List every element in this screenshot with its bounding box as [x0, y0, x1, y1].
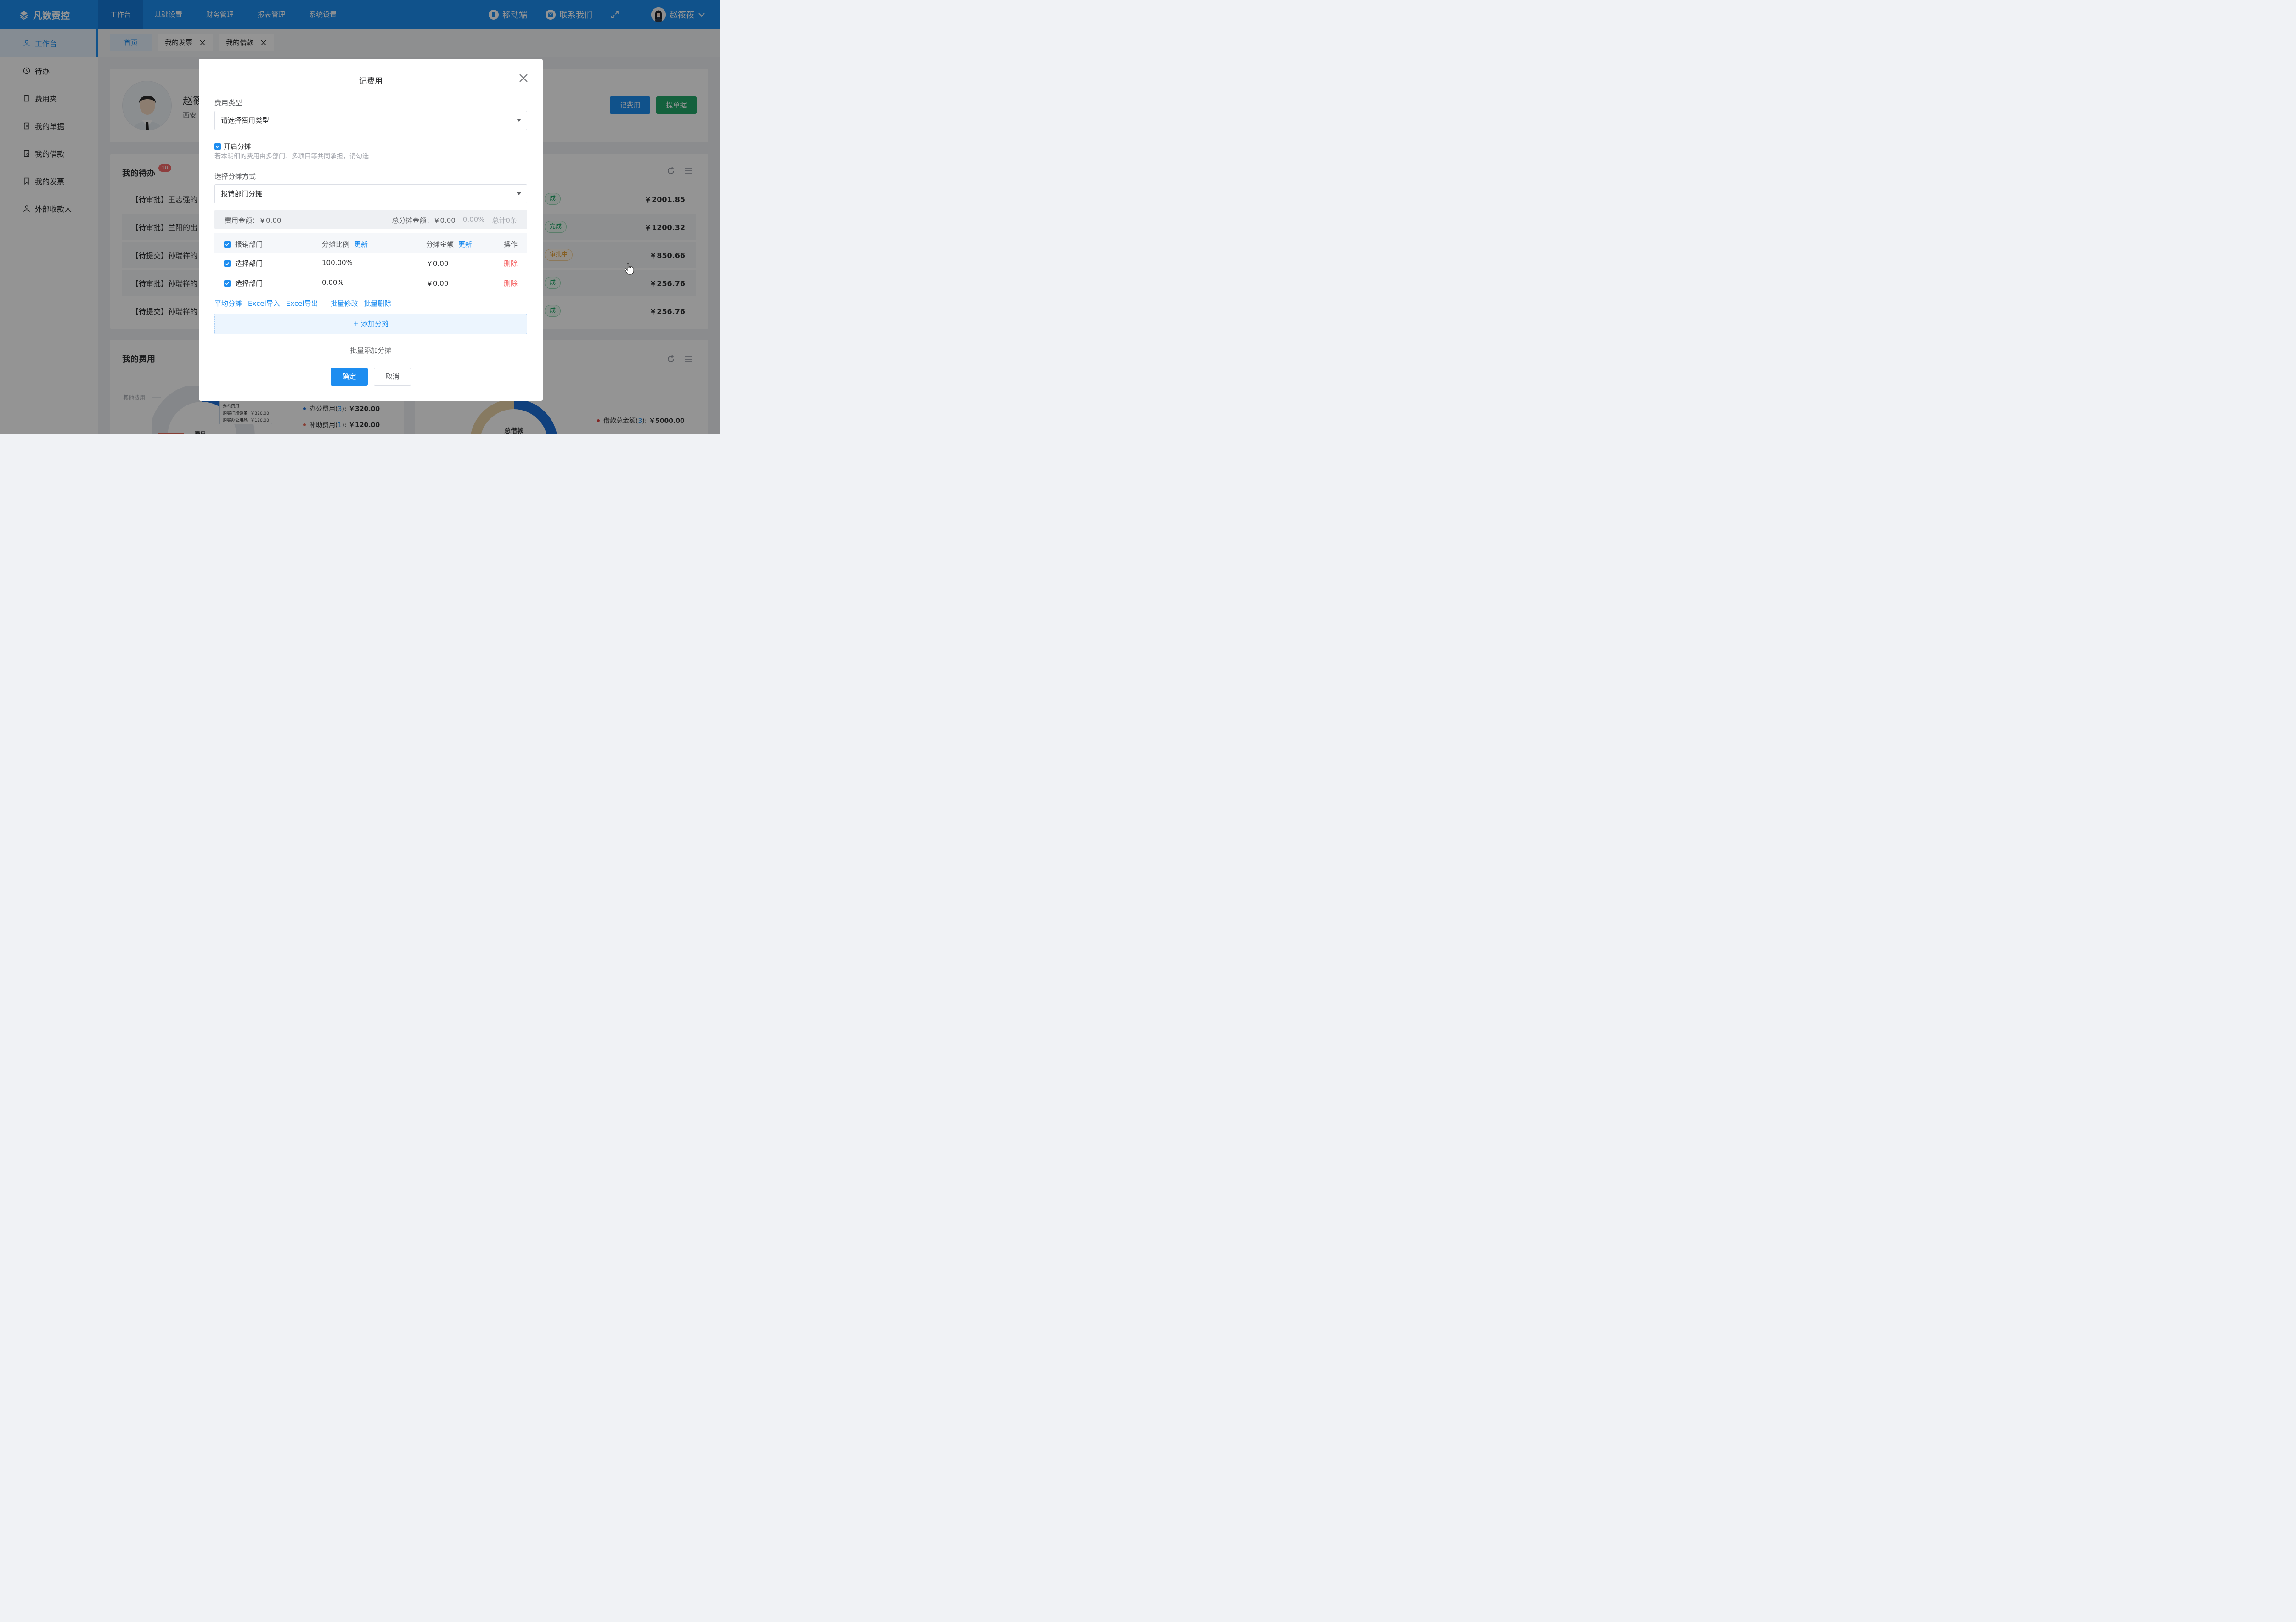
average-split-link[interactable]: 平均分摊	[214, 298, 242, 308]
caret-down-icon	[517, 192, 521, 195]
select-value: 报销部门分摊	[221, 190, 263, 198]
checkbox-checked-icon[interactable]	[224, 241, 231, 248]
row-ratio[interactable]: 0.00%	[322, 278, 344, 287]
summary-percent: 0.00%	[462, 215, 485, 224]
expense-type-select[interactable]: 请选择费用类型	[214, 111, 527, 130]
row-dept[interactable]: 选择部门	[224, 278, 263, 288]
ratio-update-link[interactable]: 更新	[354, 239, 368, 249]
summary-amount: 费用金额：￥0.00	[225, 216, 281, 225]
excel-import-link[interactable]: Excel导入	[248, 298, 280, 308]
expense-type-label: 费用类型	[214, 99, 242, 107]
split-method-select[interactable]: 报销部门分摊	[214, 184, 527, 203]
row-amount[interactable]: ￥0.00	[426, 278, 448, 288]
checkbox-checked-icon[interactable]	[214, 143, 221, 150]
header-dept: 报销部门	[224, 239, 263, 249]
split-summary: 费用金额：￥0.00 总分摊金额：￥0.00 0.00% 总计0条	[214, 210, 527, 229]
select-placeholder: 请选择费用类型	[221, 116, 270, 124]
split-toolbar: 平均分摊 Excel导入 Excel导出 批量修改 批量删除	[214, 298, 392, 308]
summary-count: 总计0条	[492, 216, 517, 225]
excel-export-link[interactable]: Excel导出	[286, 298, 318, 308]
delete-link[interactable]: 删除	[504, 259, 518, 268]
close-icon[interactable]	[519, 73, 528, 83]
split-method-label: 选择分摊方式	[214, 172, 256, 180]
header-amount: 分摊金额 更新	[426, 239, 473, 249]
hand-cursor-icon	[625, 263, 634, 275]
batch-edit-link[interactable]: 批量修改	[330, 298, 358, 308]
cancel-button[interactable]: 取消	[374, 368, 411, 386]
header-ratio: 分摊比例 更新	[322, 239, 368, 249]
checkbox-checked-icon[interactable]	[224, 280, 231, 287]
batch-delete-link[interactable]: 批量删除	[364, 298, 392, 308]
table-row: 选择部门 100.00% ￥0.00 删除	[214, 253, 527, 272]
confirm-button[interactable]: 确定	[331, 368, 368, 386]
add-split-button[interactable]: + 添加分摊	[214, 314, 527, 334]
split-table-header: 报销部门 分摊比例 更新 分摊金额 更新 操作	[214, 233, 527, 253]
summary-split: 总分摊金额：￥0.00 0.00% 总计0条	[392, 215, 517, 225]
batch-add-split-link[interactable]: 批量添加分摊	[199, 345, 543, 355]
split-enable-checkbox[interactable]: 开启分摊	[214, 141, 251, 151]
delete-link[interactable]: 删除	[504, 278, 518, 288]
row-amount[interactable]: ￥0.00	[426, 259, 448, 268]
caret-down-icon	[517, 119, 521, 122]
split-enable-label: 开启分摊	[224, 142, 252, 151]
header-action: 操作	[504, 240, 518, 248]
table-row: 选择部门 0.00% ￥0.00 删除	[214, 272, 527, 292]
summary-split-amount: 总分摊金额：￥0.00	[392, 216, 456, 225]
row-dept[interactable]: 选择部门	[224, 259, 263, 268]
checkbox-checked-icon[interactable]	[224, 260, 231, 267]
modal-title: 记费用	[359, 77, 383, 86]
split-hint: 若本明细的费用由多部门、多项目等共同承担，请勾选	[214, 153, 369, 160]
plus-icon: +	[353, 320, 359, 328]
record-expense-modal: 记费用 费用类型 请选择费用类型 开启分摊 若本明细的费用由多部门、多项目等共同…	[199, 59, 543, 401]
amount-update-link[interactable]: 更新	[458, 239, 472, 249]
add-split-label: 添加分摊	[361, 320, 389, 328]
row-ratio[interactable]: 100.00%	[322, 259, 353, 267]
